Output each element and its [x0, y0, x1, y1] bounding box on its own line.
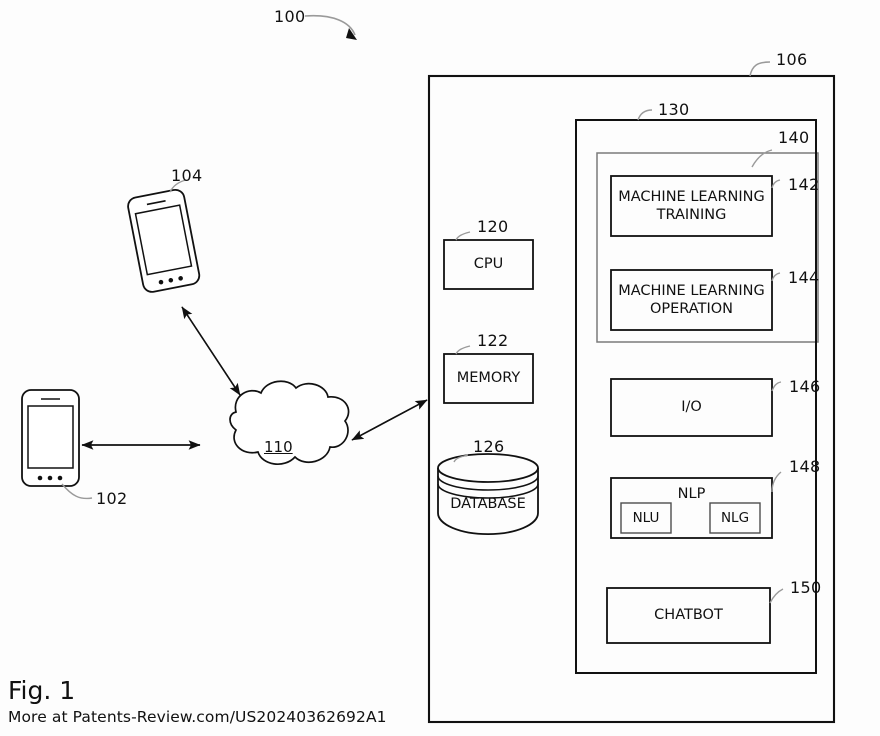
ref-100: 100 — [274, 7, 306, 26]
ref-120: 120 — [477, 217, 509, 236]
hardware-database-label: DATABASE — [450, 495, 526, 512]
ref-122: 122 — [477, 331, 509, 350]
ref-148: 148 — [789, 457, 821, 476]
module-nlg-label: NLG — [720, 509, 750, 526]
ref-126: 126 — [473, 437, 505, 456]
figure-footer: More at Patents-Review.com/US20240362692… — [8, 708, 387, 726]
module-io-label: I/O — [681, 399, 702, 416]
ref-130: 130 — [658, 100, 690, 119]
ref-140: 140 — [778, 128, 810, 147]
module-ml-training-label: MACHINE LEARNING TRAINING — [618, 188, 765, 223]
ref-142: 142 — [788, 175, 820, 194]
ref-144: 144 — [788, 268, 820, 287]
ref-106: 106 — [776, 50, 808, 69]
module-nlu-label: NLU — [632, 509, 660, 526]
hardware-memory-label: MEMORY — [456, 370, 521, 387]
module-ml-operation-label: MACHINE LEARNING OPERATION — [618, 282, 765, 317]
patent-figure-canvas: 100 106 130 140 142 144 146 148 150 120 … — [0, 0, 880, 736]
hardware-cpu-label: CPU — [473, 256, 504, 273]
ref-150: 150 — [790, 578, 822, 597]
ref-104: 104 — [171, 166, 203, 185]
figure-caption: Fig. 1 — [8, 676, 76, 705]
module-chatbot-label: CHATBOT — [654, 607, 723, 624]
ref-102: 102 — [96, 489, 128, 508]
ref-146: 146 — [789, 377, 821, 396]
cloud-label: 110 — [264, 438, 293, 456]
